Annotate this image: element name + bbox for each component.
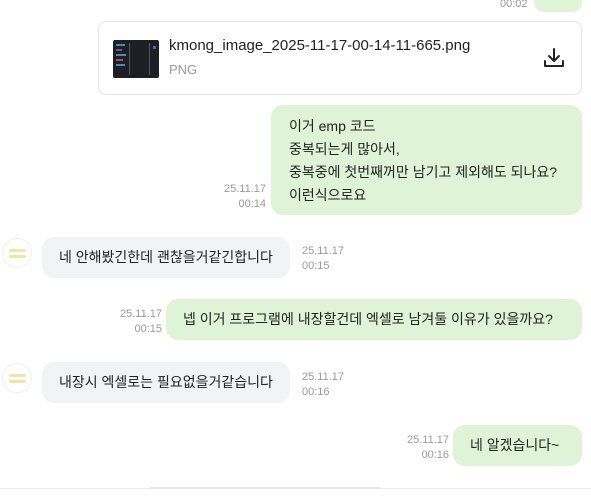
timestamp: 00:02 (500, 0, 528, 10)
message-bubble-me: 넵 이거 프로그램에 내장할건데 엑셀로 남겨둘 이유가 있을까요? (166, 299, 582, 340)
file-attachment-card[interactable]: kmong_image_2025-11-17-00-14-11-665.png … (98, 21, 582, 95)
image-thumbnail[interactable] (113, 40, 159, 78)
message-timestamp: 25.11.17 00:14 (222, 182, 266, 212)
scrollbar[interactable] (150, 487, 380, 489)
message-date: 25.11.17 (223, 183, 266, 195)
avatar[interactable] (2, 363, 32, 393)
message-text: 네 알겠습니다~ (470, 437, 560, 453)
message-date: 25.11.17 (302, 245, 345, 257)
message-text: 넵 이거 프로그램에 내장할건데 엑셀로 남겨둘 이유가 있을까요? (183, 311, 553, 327)
message-time: 00:14 (238, 198, 266, 210)
message-timestamp: 25.11.17 00:15 (302, 244, 344, 274)
download-icon[interactable] (541, 45, 567, 71)
message-date: 25.11.17 (119, 308, 162, 320)
message-timestamp: 25.11.17 00:16 (302, 370, 344, 400)
message-time: 00:15 (134, 323, 162, 335)
message-time: 00:16 (302, 386, 330, 398)
message-timestamp: 25.11.17 00:16 (405, 433, 449, 463)
message-bubble-them: 네 안해봤긴한데 괜찮을거같긴합니다 (42, 237, 290, 278)
message-bubble-them: 내장시 엑셀로는 필요없을거같습니다 (42, 362, 290, 403)
message-date: 25.11.17 (406, 434, 449, 446)
message-bubble-partial (534, 0, 582, 12)
file-type: PNG (169, 62, 198, 77)
message-bubble-me: 네 알겠습니다~ (453, 425, 582, 466)
message-line: 이런식으로요 (289, 187, 367, 203)
avatar[interactable] (2, 238, 32, 268)
message-time: 00:16 (421, 449, 449, 461)
file-name: kmong_image_2025-11-17-00-14-11-665.png (169, 37, 471, 54)
message-line: 이거 emp 코드 (289, 118, 376, 134)
message-text: 내장시 엑셀로는 필요없을거같습니다 (59, 374, 273, 390)
message-line: 중복되는게 많아서, (289, 141, 400, 157)
message-bubble-me: 이거 emp 코드 중복되는게 많아서, 중복중에 첫번째꺼만 남기고 제외해도… (271, 105, 582, 215)
message-text: 네 안해봤긴한데 괜찮을거같긴합니다 (59, 249, 273, 265)
message-line: 중복중에 첫번째꺼만 남기고 제외해도 되나요? (289, 164, 558, 180)
message-time: 00:15 (302, 260, 330, 272)
message-date: 25.11.17 (302, 371, 345, 383)
message-timestamp: 25.11.17 00:15 (118, 307, 162, 337)
